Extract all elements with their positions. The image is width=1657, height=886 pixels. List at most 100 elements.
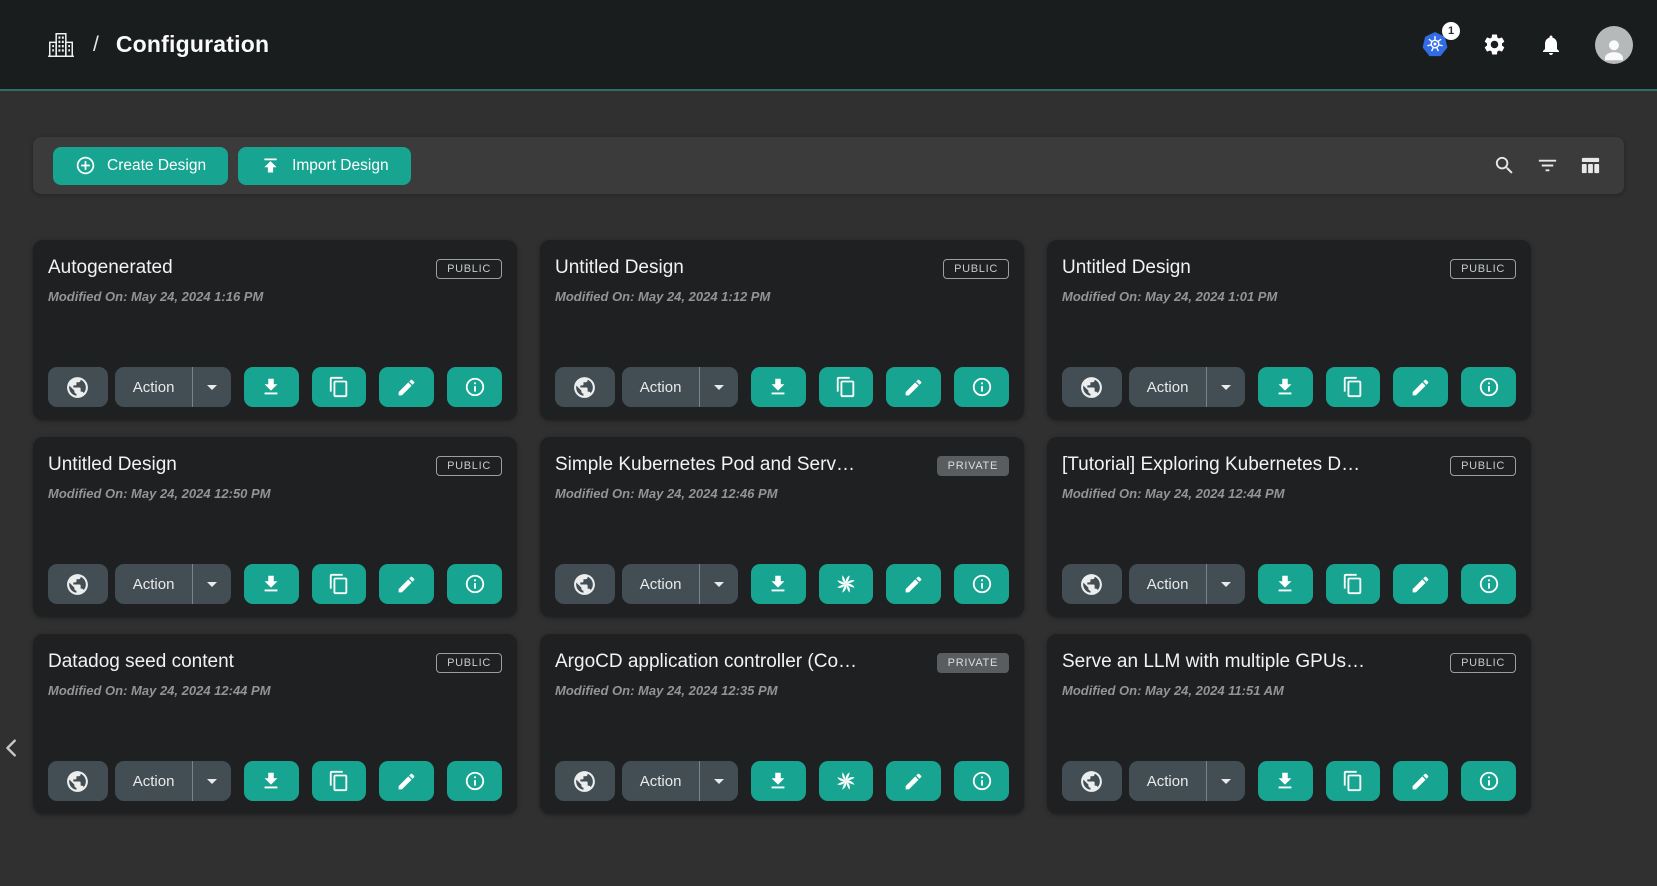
card-actions: Action — [1062, 761, 1516, 801]
pencil-icon — [1410, 377, 1431, 398]
filter-button[interactable] — [1536, 154, 1559, 177]
action-split-button: Action — [115, 367, 231, 407]
download-button[interactable] — [751, 761, 806, 801]
edit-button[interactable] — [1393, 761, 1448, 801]
action-dropdown-button[interactable] — [699, 761, 738, 801]
action-dropdown-button[interactable] — [1206, 367, 1245, 407]
edit-button[interactable] — [1393, 367, 1448, 407]
edit-button[interactable] — [886, 367, 941, 407]
edit-button[interactable] — [379, 367, 434, 407]
clone-button[interactable] — [1326, 564, 1381, 604]
info-button[interactable] — [1461, 761, 1516, 801]
action-dropdown-button[interactable] — [192, 761, 231, 801]
organization-button[interactable] — [46, 30, 76, 60]
clone-button[interactable] — [312, 367, 367, 407]
globe-icon — [65, 769, 90, 794]
action-button[interactable]: Action — [622, 761, 700, 801]
info-button[interactable] — [447, 761, 502, 801]
notifications-button[interactable] — [1539, 33, 1563, 57]
download-button[interactable] — [1258, 564, 1313, 604]
action-dropdown-button[interactable] — [1206, 761, 1245, 801]
download-button[interactable] — [751, 564, 806, 604]
action-button[interactable]: Action — [1129, 564, 1207, 604]
vortex-button[interactable] — [819, 761, 874, 801]
create-design-label: Create Design — [107, 157, 206, 175]
visibility-globe-button[interactable] — [48, 564, 108, 604]
search-button[interactable] — [1493, 154, 1516, 177]
visibility-globe-button[interactable] — [555, 564, 615, 604]
table-view-button[interactable] — [1579, 154, 1602, 177]
visibility-globe-button[interactable] — [555, 367, 615, 407]
download-button[interactable] — [244, 761, 299, 801]
action-button[interactable]: Action — [622, 564, 700, 604]
action-dropdown-button[interactable] — [699, 564, 738, 604]
edit-button[interactable] — [379, 564, 434, 604]
copy-icon — [328, 573, 350, 595]
download-icon — [767, 770, 789, 792]
chevron-down-icon — [1214, 375, 1238, 399]
info-button[interactable] — [954, 367, 1009, 407]
action-button[interactable]: Action — [622, 367, 700, 407]
breadcrumb-separator: / — [93, 33, 99, 57]
download-button[interactable] — [244, 564, 299, 604]
edit-button[interactable] — [886, 564, 941, 604]
info-button[interactable] — [1461, 367, 1516, 407]
edit-button[interactable] — [886, 761, 941, 801]
info-button[interactable] — [954, 761, 1009, 801]
download-button[interactable] — [1258, 761, 1313, 801]
info-button[interactable] — [1461, 564, 1516, 604]
visibility-globe-button[interactable] — [48, 367, 108, 407]
kubernetes-context-button[interactable]: 1 — [1420, 30, 1450, 60]
action-dropdown-button[interactable] — [192, 367, 231, 407]
edit-button[interactable] — [1393, 564, 1448, 604]
download-button[interactable] — [1258, 367, 1313, 407]
download-icon — [260, 573, 282, 595]
action-dropdown-button[interactable] — [699, 367, 738, 407]
info-button[interactable] — [447, 564, 502, 604]
create-design-button[interactable]: Create Design — [53, 147, 228, 185]
info-button[interactable] — [954, 564, 1009, 604]
action-dropdown-button[interactable] — [1206, 564, 1245, 604]
edit-button[interactable] — [379, 761, 434, 801]
action-button[interactable]: Action — [1129, 367, 1207, 407]
clone-button[interactable] — [819, 367, 874, 407]
vortex-button[interactable] — [819, 564, 874, 604]
visibility-badge: PUBLIC — [1450, 653, 1516, 673]
globe-icon — [1079, 572, 1104, 597]
action-button[interactable]: Action — [115, 761, 193, 801]
action-button[interactable]: Action — [115, 564, 193, 604]
visibility-globe-button[interactable] — [48, 761, 108, 801]
design-title: ArgoCD application controller (Co… — [555, 651, 857, 673]
download-button[interactable] — [244, 367, 299, 407]
download-button[interactable] — [751, 367, 806, 407]
clone-button[interactable] — [312, 761, 367, 801]
design-card: Untitled Design PUBLIC Modified On: May … — [1047, 240, 1531, 420]
action-button[interactable]: Action — [115, 367, 193, 407]
search-icon — [1493, 154, 1516, 177]
clone-button[interactable] — [1326, 761, 1381, 801]
chevron-down-icon — [707, 375, 731, 399]
visibility-globe-button[interactable] — [1062, 761, 1122, 801]
sidebar-collapse-button[interactable] — [1, 735, 23, 761]
modified-timestamp: Modified On: May 24, 2024 12:44 PM — [48, 683, 502, 698]
download-icon — [1274, 376, 1296, 398]
design-title: [Tutorial] Exploring Kubernetes D… — [1062, 454, 1360, 476]
modified-timestamp: Modified On: May 24, 2024 1:12 PM — [555, 289, 1009, 304]
visibility-globe-button[interactable] — [555, 761, 615, 801]
visibility-globe-button[interactable] — [1062, 367, 1122, 407]
action-dropdown-button[interactable] — [192, 564, 231, 604]
design-card: ArgoCD application controller (Co… PRIVA… — [540, 634, 1024, 814]
info-icon — [464, 376, 486, 398]
visibility-badge: PRIVATE — [937, 653, 1009, 673]
globe-icon — [65, 375, 90, 400]
clone-button[interactable] — [312, 564, 367, 604]
visibility-globe-button[interactable] — [1062, 564, 1122, 604]
pencil-icon — [396, 377, 417, 398]
card-actions: Action — [555, 761, 1009, 801]
clone-button[interactable] — [1326, 367, 1381, 407]
action-button[interactable]: Action — [1129, 761, 1207, 801]
import-design-button[interactable]: Import Design — [238, 147, 410, 185]
user-avatar[interactable] — [1595, 26, 1633, 64]
info-button[interactable] — [447, 367, 502, 407]
settings-button[interactable] — [1482, 32, 1507, 57]
